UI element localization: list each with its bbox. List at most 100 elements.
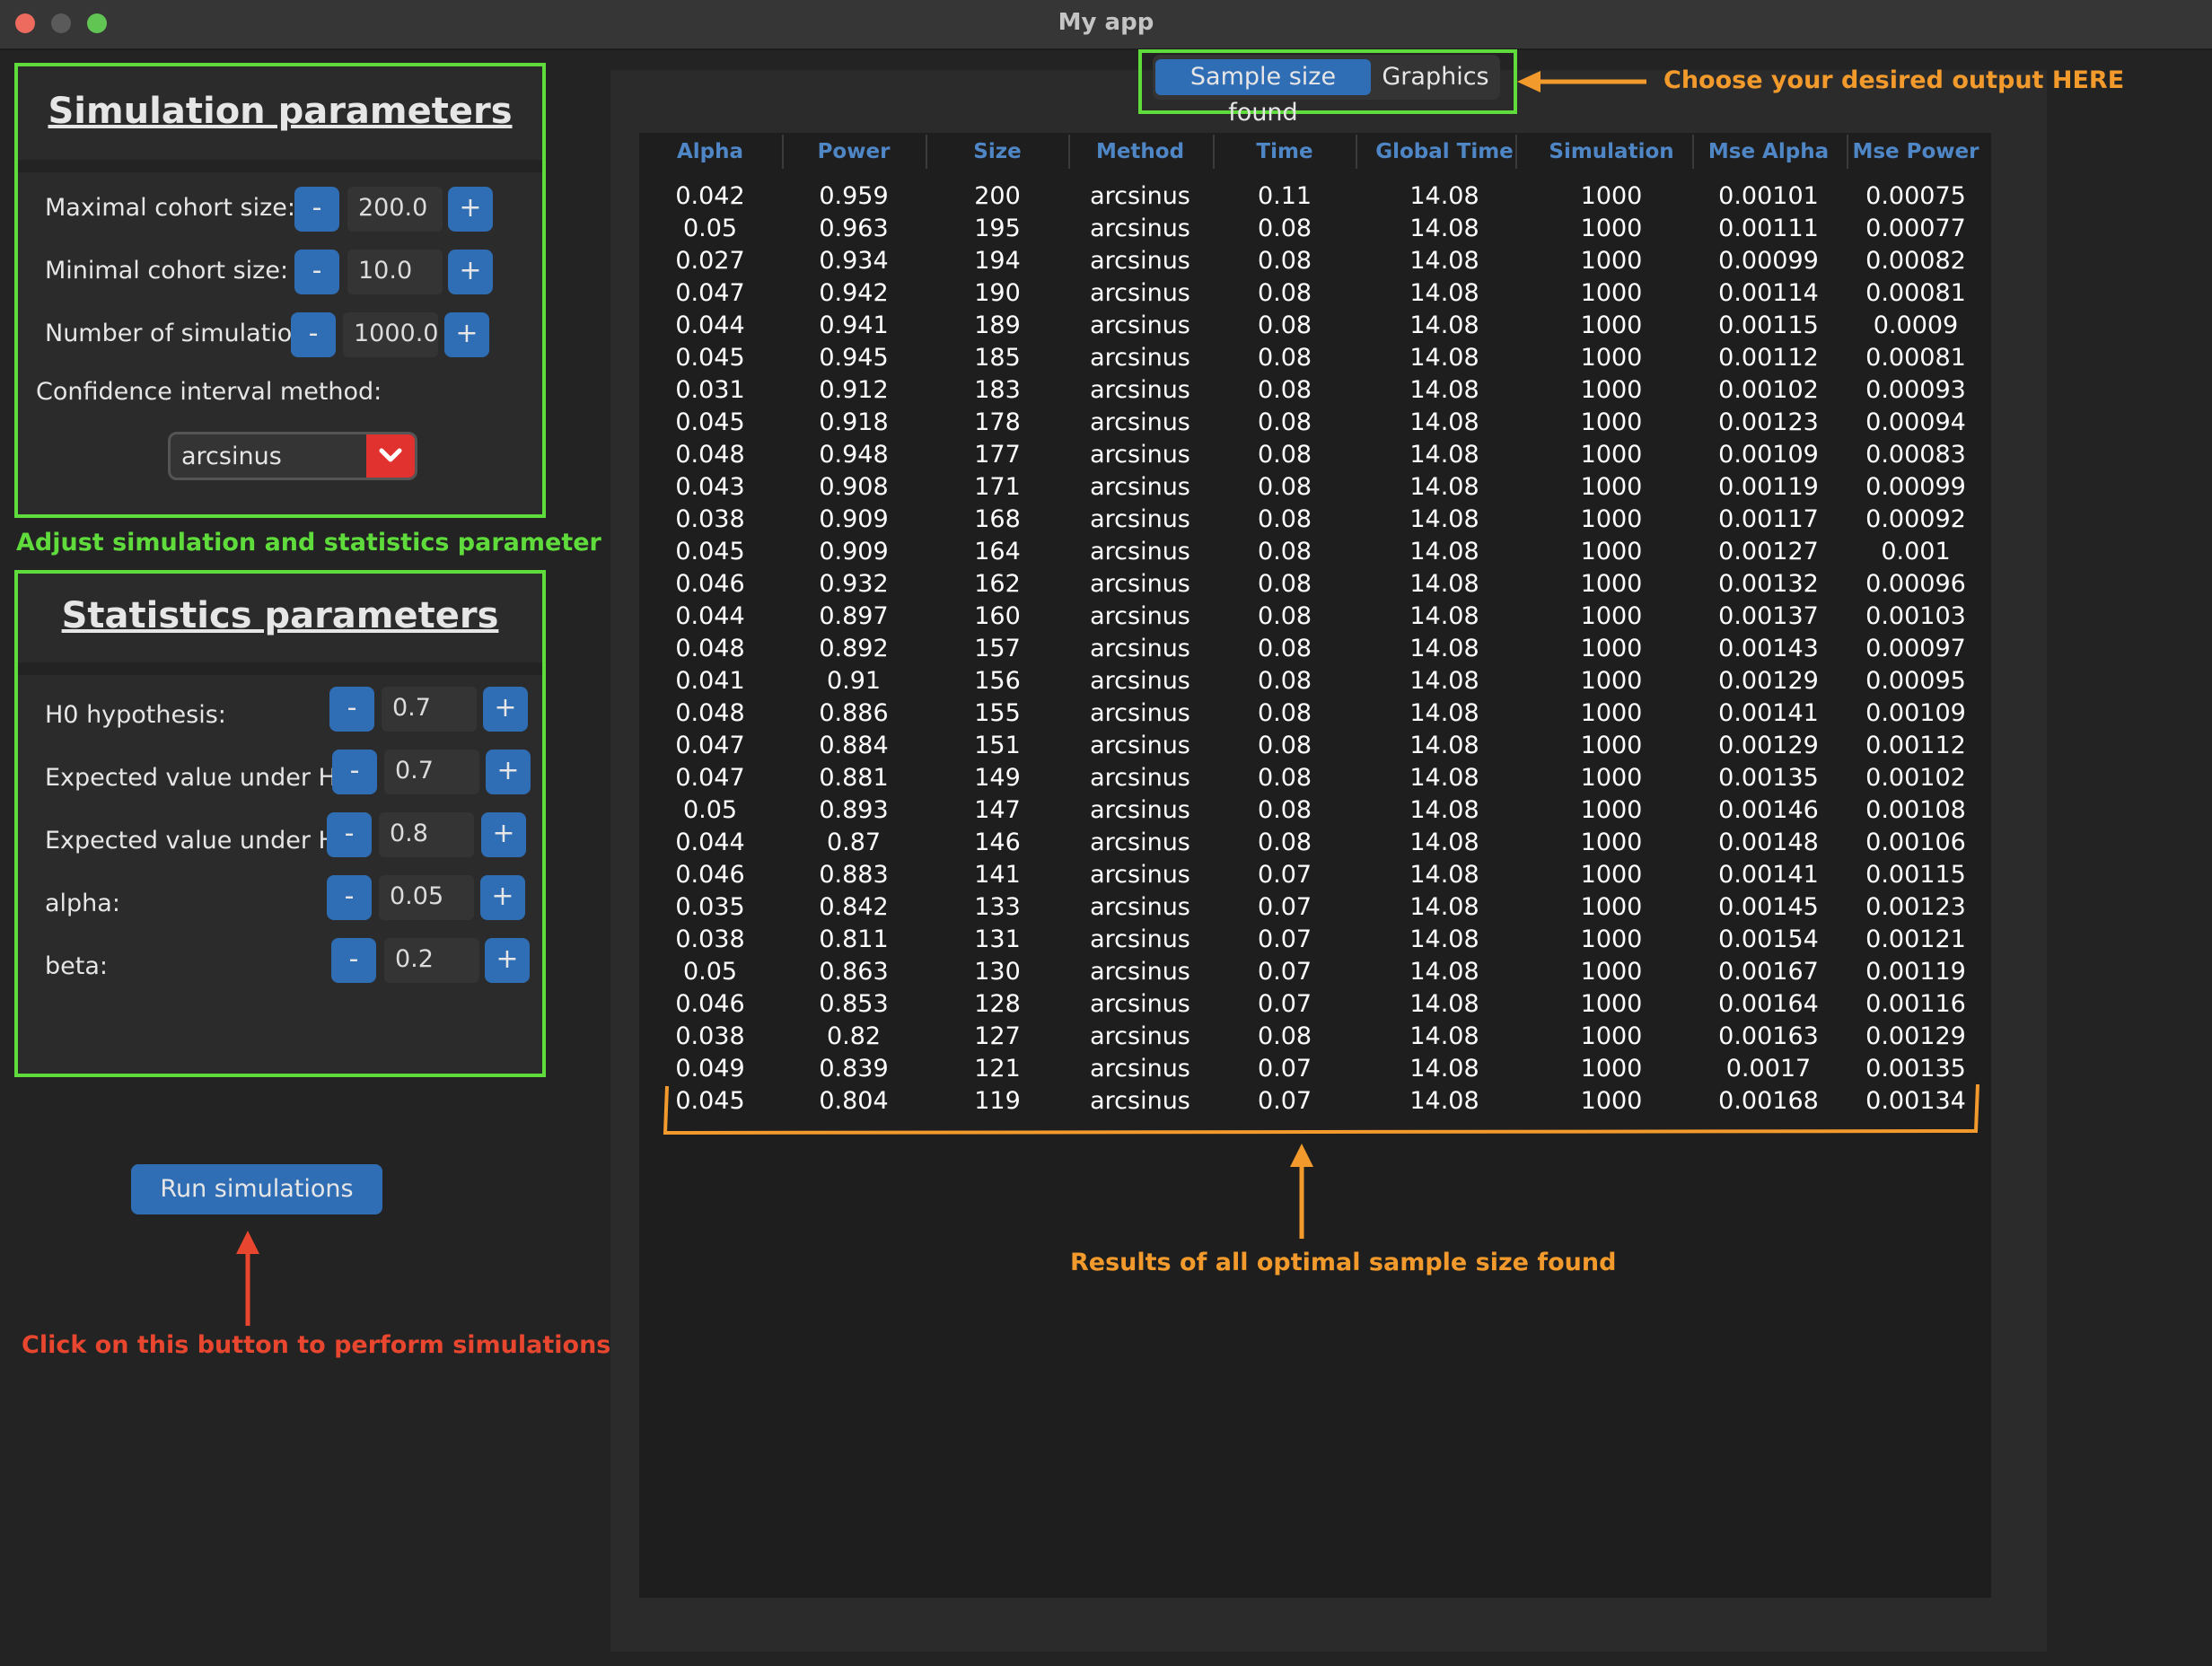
table-cell: 0.00108 [1865,796,1966,824]
table-cell: 0.00082 [1865,247,1966,275]
table-cell: 0.00145 [1718,893,1819,921]
table-cell: 0.048 [675,699,745,727]
table-cell: 0.00123 [1865,893,1966,921]
table-cell: 0.00148 [1718,829,1819,856]
choose-annotation-arrow [1517,71,1646,92]
table-cell: 1000 [1580,893,1643,921]
column-header-global-time[interactable]: Global Time [1358,136,1531,167]
table-cell: 0.00075 [1865,182,1966,210]
table-cell: 14.08 [1409,990,1479,1018]
table-cell: 0.00115 [1718,311,1819,339]
table-cell: arcsinus [1090,861,1190,889]
table-cell: 0.00101 [1718,182,1819,210]
column-header-alpha[interactable]: Alpha [639,136,781,167]
table-cell: arcsinus [1090,247,1190,275]
table-cell: 14.08 [1409,1022,1479,1050]
column-header-mse-power[interactable]: Mse Power [1842,136,1989,167]
table-cell: 0.05 [682,215,738,242]
results-annotation-arrow [1290,1144,1313,1239]
table-cell: 1000 [1580,764,1643,792]
table-cell: 0.945 [819,344,889,372]
table-cell: 0.883 [819,861,889,889]
table-cell: 14.08 [1409,570,1479,598]
table-cell: arcsinus [1090,958,1190,986]
table-cell: 0.08 [1257,247,1312,275]
table-cell: arcsinus [1090,667,1190,695]
tab-sample-size-found[interactable]: Sample size found [1155,59,1371,127]
column-header-method[interactable]: Method [1069,136,1211,167]
table-cell: 131 [974,925,1021,953]
table-cell: arcsinus [1090,570,1190,598]
table-cell: 146 [974,829,1021,856]
table-cell: 157 [974,635,1021,662]
table-cell: 1000 [1580,570,1643,598]
table-cell: 0.045 [675,344,745,372]
table-cell: 0.07 [1257,958,1312,986]
table-cell: arcsinus [1090,182,1190,210]
table-cell: arcsinus [1090,215,1190,242]
column-separator [1068,135,1070,169]
table-cell: 1000 [1580,538,1643,566]
table-cell: arcsinus [1090,635,1190,662]
table-cell: 0.892 [819,635,889,662]
column-header-power[interactable]: Power [783,136,925,167]
table-cell: 0.00099 [1865,473,1966,501]
table-cell: 0.00111 [1718,215,1819,242]
column-header-time[interactable]: Time [1214,136,1356,167]
table-cell: arcsinus [1090,344,1190,372]
table-cell: arcsinus [1090,829,1190,856]
table-cell: 0.941 [819,311,889,339]
table-cell: 151 [974,732,1021,759]
table-cell: 0.00099 [1718,247,1819,275]
table-cell: 0.044 [675,311,745,339]
table-cell: 14.08 [1409,247,1479,275]
table-cell: 0.934 [819,247,889,275]
statistics-parameters-highlight [14,570,546,1077]
table-cell: 14.08 [1409,893,1479,921]
table-cell: 195 [974,215,1021,242]
table-cell: 0.00121 [1865,925,1966,953]
table-cell: arcsinus [1090,925,1190,953]
table-cell: 0.027 [675,247,745,275]
table-cell: 0.881 [819,764,889,792]
table-cell: 0.00127 [1718,538,1819,566]
table-cell: 156 [974,667,1021,695]
table-cell: 0.07 [1257,893,1312,921]
table-cell: 0.00129 [1718,732,1819,759]
table-cell: 0.00135 [1718,764,1819,792]
table-cell: 14.08 [1409,861,1479,889]
column-separator [1515,135,1517,169]
table-cell: arcsinus [1090,408,1190,436]
column-separator [1692,135,1694,169]
table-cell: 0.00163 [1718,1022,1819,1050]
table-cell: 14.08 [1409,602,1479,630]
table-cell: arcsinus [1090,796,1190,824]
column-header-size[interactable]: Size [926,136,1068,167]
table-cell: 0.842 [819,893,889,921]
table-cell: 0.038 [675,925,745,953]
table-cell: 0.08 [1257,667,1312,695]
column-header-simulation[interactable]: Simulation [1532,136,1691,167]
column-separator [782,135,784,169]
click-annotation-arrow [236,1231,259,1326]
table-cell: 0.08 [1257,505,1312,533]
table-cell: arcsinus [1090,376,1190,404]
table-cell: 141 [974,861,1021,889]
table-cell: 0.08 [1257,376,1312,404]
table-cell: 0.00115 [1865,861,1966,889]
table-cell: arcsinus [1090,1022,1190,1050]
table-cell: 0.00094 [1865,408,1966,436]
table-cell: 0.942 [819,279,889,307]
column-header-mse-alpha[interactable]: Mse Alpha [1695,136,1842,167]
table-cell: 0.00081 [1865,344,1966,372]
run-simulations-button[interactable]: Run simulations [131,1164,382,1214]
table-cell: arcsinus [1090,990,1190,1018]
table-cell: arcsinus [1090,311,1190,339]
table-cell: 0.00093 [1865,376,1966,404]
table-cell: 0.00096 [1865,570,1966,598]
table-cell: 0.00167 [1718,958,1819,986]
table-cell: 0.918 [819,408,889,436]
table-cell: arcsinus [1090,602,1190,630]
table-cell: arcsinus [1090,279,1190,307]
tab-graphics[interactable]: Graphics [1377,59,1494,95]
